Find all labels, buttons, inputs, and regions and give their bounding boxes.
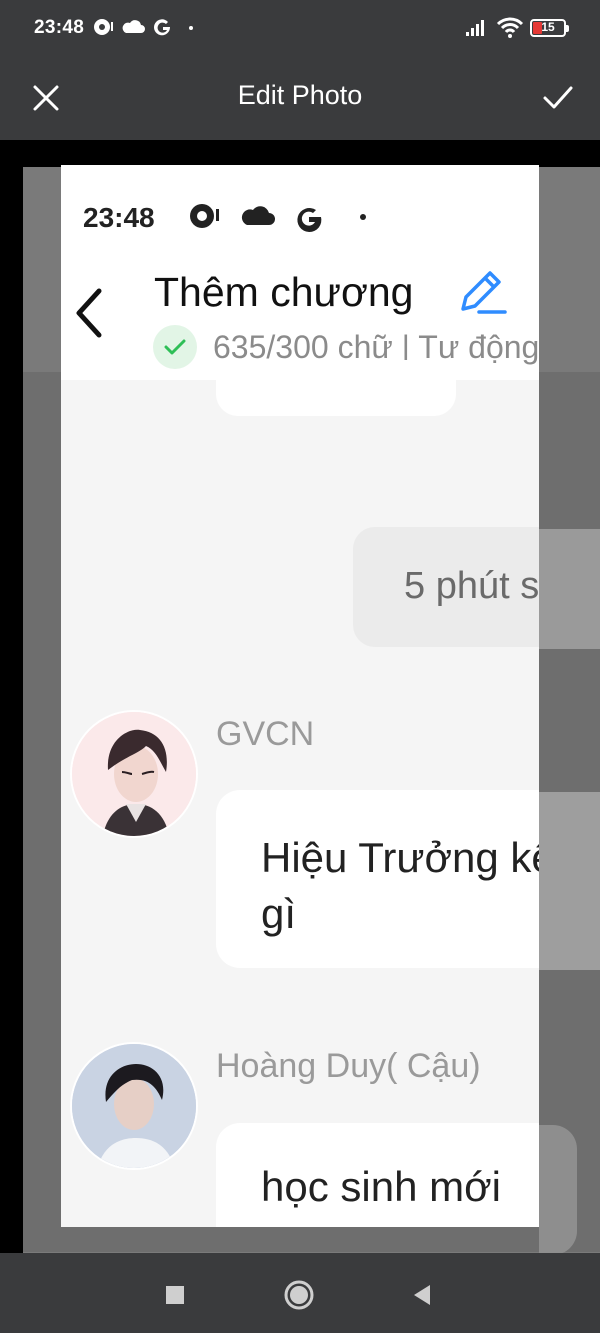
crop-frame[interactable]: 23:48 Thêm chương 635/300 chữ | Tự động … (61, 165, 539, 1227)
back-button[interactable] (400, 1273, 444, 1317)
check-icon (164, 339, 186, 355)
message-text-line2: gì (261, 890, 297, 937)
time-marker-text: 5 phút sau (404, 565, 539, 607)
previous-message-bubble (216, 360, 456, 416)
message-text-line1: học sinh mới (261, 1163, 501, 1210)
sync-icon (94, 19, 113, 35)
system-status-bar: 23:48 15 (0, 0, 600, 58)
google-icon (154, 19, 171, 36)
sync-icon (190, 204, 219, 228)
system-navigation-bar (0, 1253, 600, 1333)
sender-name: Hoàng Duy( Cậu) (216, 1047, 481, 1085)
google-icon (297, 208, 322, 233)
avatar-illustration (72, 712, 196, 836)
avatar-gvcn[interactable] (70, 710, 198, 838)
status-check-badge (153, 325, 197, 369)
dot-icon (360, 214, 366, 220)
editor-title: Edit Photo (237, 80, 363, 110)
sender-name: GVCN (216, 715, 315, 753)
edit-pencil-icon[interactable] (457, 269, 509, 317)
cloud-icon (122, 20, 145, 33)
message-text-line1: Hiệu Trưởng kêu (261, 834, 539, 881)
home-button[interactable] (277, 1273, 321, 1317)
recents-button[interactable] (153, 1273, 197, 1317)
battery-icon: 15 (530, 19, 569, 37)
check-icon (543, 86, 573, 109)
confirm-button[interactable] (536, 76, 580, 120)
signal-icon (466, 20, 484, 36)
wifi-icon (496, 17, 524, 38)
back-arrow-icon[interactable] (71, 285, 111, 341)
time-marker-bubble: 5 phút sau (353, 527, 539, 647)
chapter-title: Thêm chương (154, 269, 414, 315)
square-icon (166, 1286, 184, 1304)
editor-header: Edit Photo (0, 58, 600, 140)
inner-status-time: 23:48 (83, 202, 155, 233)
message-bubble: Hiệu Trưởng kêu gì (216, 790, 539, 968)
avatar-hoang-duy[interactable] (70, 1042, 198, 1170)
spill-message-bubble-2 (539, 1125, 577, 1254)
status-time: 23:48 (34, 17, 85, 38)
triangle-back-icon (414, 1285, 430, 1305)
spill-message-bubble (539, 792, 600, 970)
avatar-photo (72, 1044, 196, 1168)
battery-percent: 15 (541, 20, 555, 34)
circle-icon (284, 1280, 314, 1310)
cloud-icon (241, 206, 275, 225)
spill-time-bubble (539, 529, 600, 649)
message-bubble: học sinh mới (216, 1123, 539, 1227)
dot-icon (189, 26, 193, 30)
